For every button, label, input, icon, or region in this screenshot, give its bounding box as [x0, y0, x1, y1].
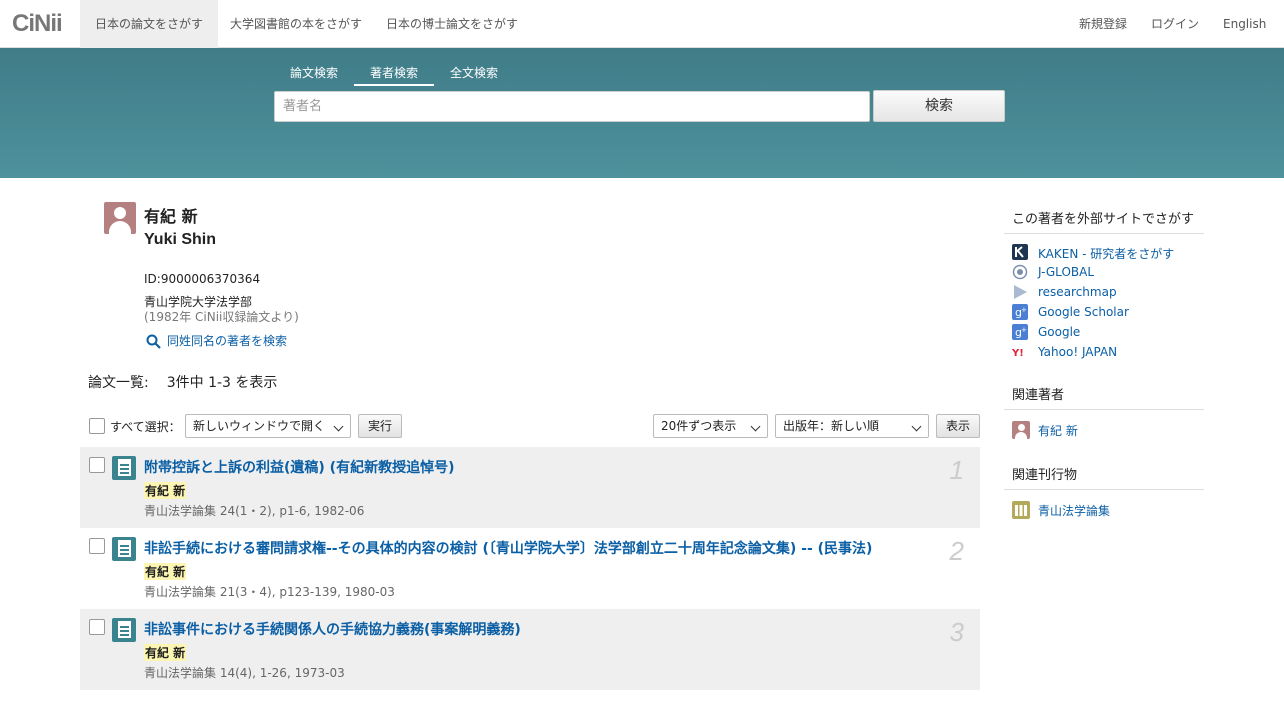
sort-value: 出版年：新しい順 — [783, 419, 880, 433]
result-row: 附帯控訴と上訴の利益(遺稿) (有紀新教授追悼号) 有紀 新 青山法学論集 24… — [80, 447, 980, 528]
result-title-link[interactable]: 附帯控訴と上訴の利益(遺稿) (有紀新教授追悼号) — [144, 457, 454, 477]
author-name-en: Yuki Shin — [144, 231, 217, 248]
chevron-down-icon — [333, 421, 344, 432]
result-count: 3件中 1-3 を表示 — [166, 375, 278, 391]
result-title-link[interactable]: 非訟手続における審問請求権--その具体的内容の検討 (〔青山学院大学〕法学部創立… — [144, 538, 872, 558]
per-page-select[interactable]: 20件ずつ表示 — [653, 414, 768, 438]
register-link[interactable]: 新規登録 — [1079, 0, 1127, 48]
google-scholar-label: Google Scholar — [1038, 305, 1129, 319]
author-avatar-icon — [104, 202, 136, 234]
google-icon: g + — [1012, 324, 1028, 340]
same-name-search-label: 同姓同名の著者を検索 — [167, 334, 288, 348]
author-name-ja: 有紀 新 — [144, 207, 198, 226]
result-number: 1 — [949, 455, 964, 485]
svg-text:+: + — [1021, 306, 1027, 314]
tab-fulltext-search[interactable]: 全文検索 — [434, 64, 514, 86]
yahoo-icon: Y! — [1012, 348, 1024, 359]
list-label: 論文一覧: — [88, 375, 149, 391]
kaken-label: KAKEN - 研究者をさがす — [1038, 247, 1175, 261]
result-title-link[interactable]: 非訟事件における手続関係人の手続協力義務(事案解明義務) — [144, 619, 521, 639]
result-row: 非訟手続における審問請求権--その具体的内容の検討 (〔青山学院大学〕法学部創立… — [80, 528, 980, 609]
open-option-select[interactable]: 新しいウィンドウで開く — [185, 414, 351, 438]
result-meta: 青山法学論集 14(4), 1-26, 1973-03 — [144, 666, 345, 680]
login-link[interactable]: ログイン — [1151, 0, 1199, 48]
result-checkbox[interactable] — [89, 457, 105, 473]
tab-author-search[interactable]: 著者検索 — [354, 64, 434, 86]
svg-text:Y!: Y! — [1012, 348, 1024, 359]
journal-icon — [1012, 501, 1030, 519]
open-option-value: 新しいウィンドウで開く — [193, 419, 326, 433]
nav-tab-dissertations[interactable]: 日本の博士論文をさがす — [371, 0, 533, 48]
result-number: 3 — [949, 617, 964, 647]
nav-tab-books[interactable]: 大学図書館の本をさがす — [215, 0, 377, 48]
related-author-label: 有紀 新 — [1038, 424, 1078, 438]
document-icon — [112, 618, 136, 642]
search-button[interactable]: 検索 — [873, 90, 1005, 122]
list-header: 論文一覧: 3件中 1-3 を表示 — [88, 372, 295, 392]
chevron-down-icon — [911, 421, 922, 432]
result-author[interactable]: 有紀 新 — [144, 482, 187, 499]
related-authors-heading: 関連著者 — [1004, 384, 1204, 410]
author-search-input[interactable] — [274, 91, 870, 122]
nav-tab-articles[interactable]: 日本の論文をさがす — [80, 0, 219, 48]
external-sites-heading: この著者を外部サイトでさがす — [1004, 208, 1204, 234]
related-publication-label: 青山法学論集 — [1038, 504, 1111, 518]
search-icon — [146, 334, 161, 349]
result-checkbox[interactable] — [89, 538, 105, 554]
cinii-logo[interactable]: CiNii — [12, 10, 63, 38]
related-publications-heading: 関連刊行物 — [1004, 464, 1204, 490]
same-name-search-link[interactable]: 同姓同名の著者を検索 — [146, 332, 287, 349]
document-icon — [112, 537, 136, 561]
author-affiliation-note: (1982年 CiNii収録論文より) — [144, 310, 299, 324]
yahoo-japan-label: Yahoo! JAPAN — [1038, 345, 1118, 359]
tab-article-search[interactable]: 論文検索 — [274, 64, 354, 86]
select-all-checkbox[interactable] — [89, 418, 105, 434]
search-band: 論文検索 著者検索 全文検索 検索 — [0, 48, 1284, 178]
result-author[interactable]: 有紀 新 — [144, 563, 187, 580]
display-button[interactable]: 表示 — [936, 414, 980, 438]
author-avatar-icon — [1012, 421, 1030, 439]
result-checkbox[interactable] — [89, 619, 105, 635]
per-page-value: 20件ずつ表示 — [661, 419, 737, 433]
researchmap-icon — [1014, 285, 1027, 299]
top-nav: CiNii 日本の論文をさがす 大学図書館の本をさがす 日本の博士論文をさがす … — [0, 0, 1284, 48]
author-id: ID:9000006370364 — [144, 272, 261, 286]
document-icon — [112, 456, 136, 480]
result-row: 非訟事件における手続関係人の手続協力義務(事案解明義務) 有紀 新 青山法学論集… — [80, 609, 980, 690]
google-scholar-icon: g + — [1012, 304, 1028, 320]
sort-select[interactable]: 出版年：新しい順 — [775, 414, 929, 438]
jglobal-icon — [1012, 264, 1028, 280]
kaken-icon — [1012, 244, 1028, 260]
select-all-label: すべて選択： — [110, 420, 181, 434]
result-author[interactable]: 有紀 新 — [144, 644, 187, 661]
english-link[interactable]: English — [1223, 0, 1266, 48]
jglobal-label: J-GLOBAL — [1038, 265, 1095, 279]
result-meta: 青山法学論集 21(3・4), p123-139, 1980-03 — [144, 585, 395, 599]
svg-text:+: + — [1021, 326, 1027, 334]
execute-button[interactable]: 実行 — [358, 414, 402, 438]
researchmap-label: researchmap — [1038, 285, 1117, 299]
google-label: Google — [1038, 325, 1081, 339]
result-number: 2 — [949, 536, 964, 566]
chevron-down-icon — [750, 421, 761, 432]
result-meta: 青山法学論集 24(1・2), p1-6, 1982-06 — [144, 504, 365, 518]
